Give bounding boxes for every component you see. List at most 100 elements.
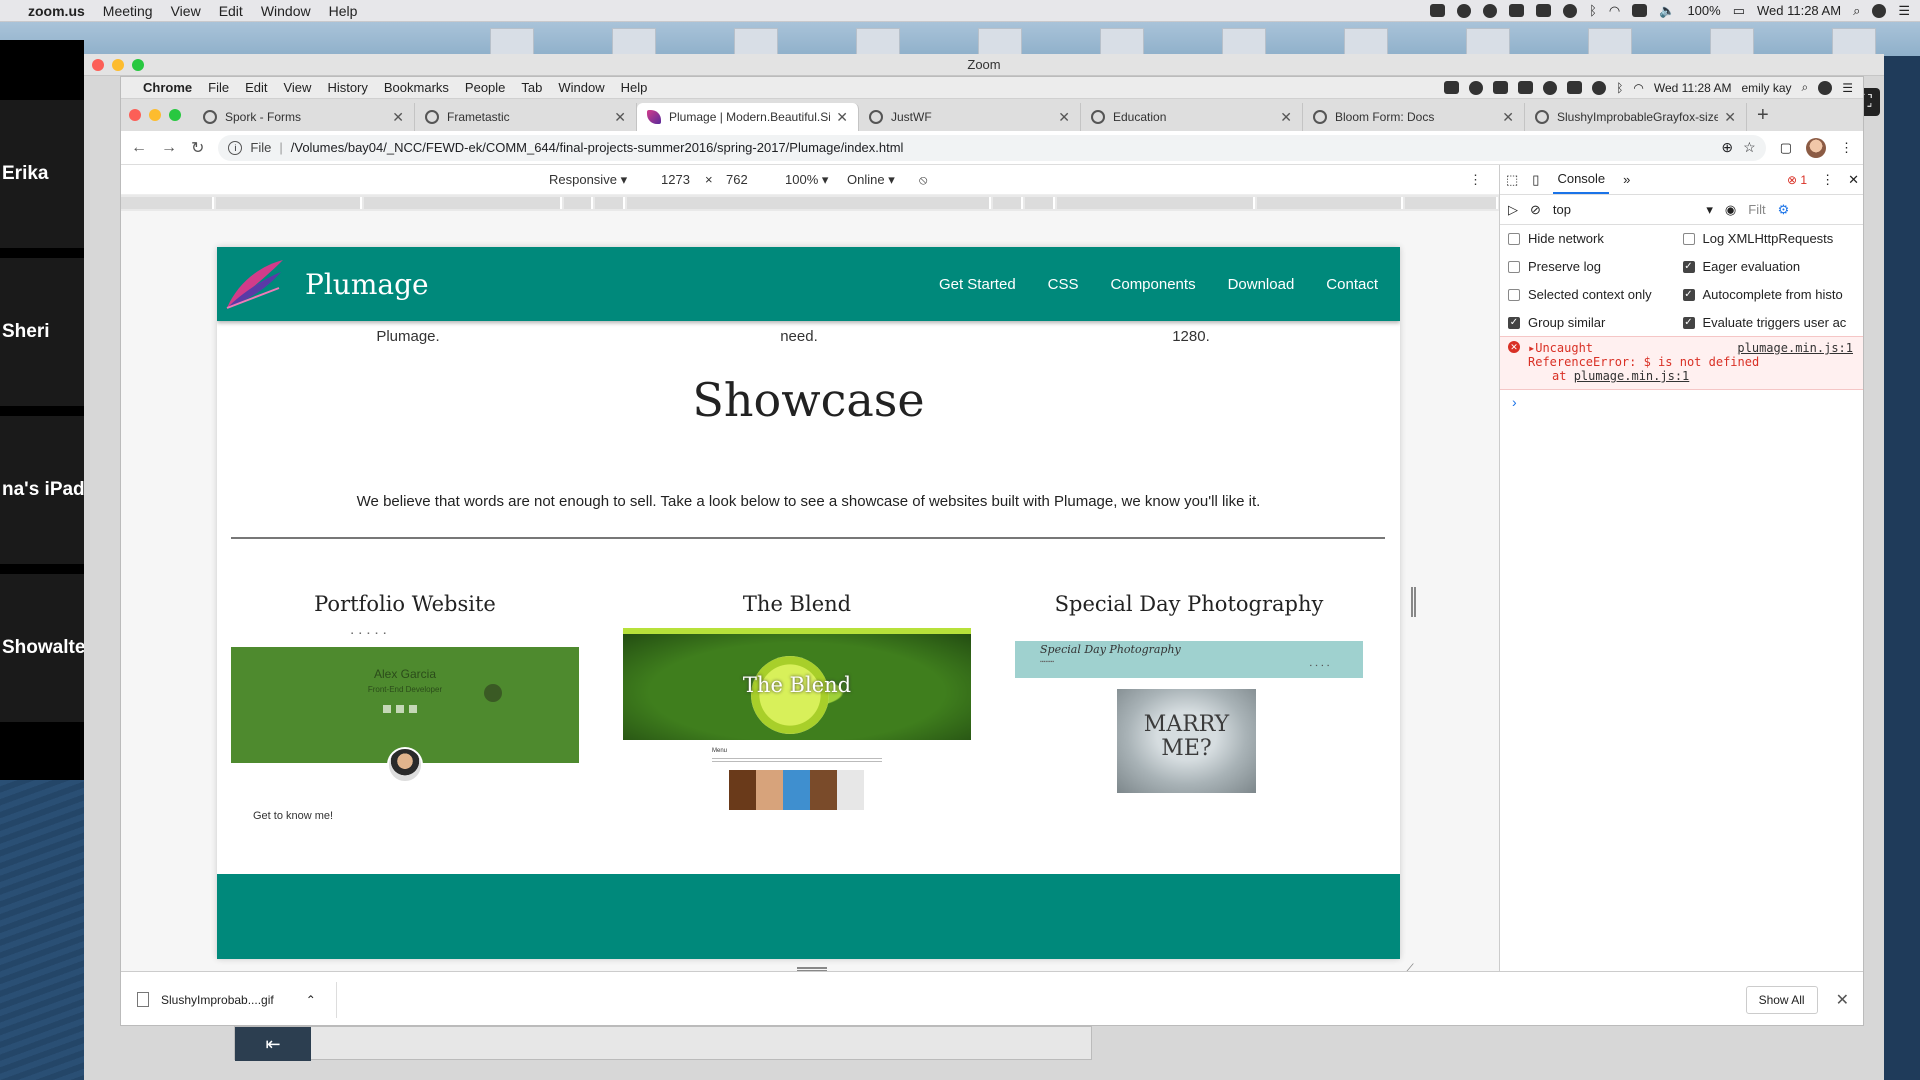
zoom-status-icon[interactable]	[1543, 80, 1558, 95]
media-query-segment[interactable]	[216, 197, 362, 209]
drive-icon[interactable]	[1509, 4, 1525, 17]
stack-source-link[interactable]: plumage.min.js:1	[1574, 369, 1690, 383]
maximize-icon[interactable]	[169, 109, 181, 121]
settings-gear-icon[interactable]: ⚙	[1778, 202, 1790, 218]
filter-input[interactable]: Filt	[1748, 202, 1765, 217]
collapse-sidebar-icon[interactable]: ⇤	[235, 1027, 311, 1061]
menubar-item-view[interactable]: View	[171, 3, 201, 19]
checkbox[interactable]	[1508, 260, 1520, 273]
desktop-file-thumbnail[interactable]	[1832, 28, 1876, 56]
tab-spork-forms[interactable]: Spork - Forms ✕	[193, 103, 415, 131]
viewport-width-input[interactable]: 1273	[661, 172, 690, 187]
clear-console-icon[interactable]: ⊘	[1530, 202, 1541, 218]
show-all-button[interactable]: Show All	[1745, 985, 1818, 1014]
battery-percent[interactable]: 100%	[1687, 3, 1720, 18]
media-query-segment[interactable]	[627, 197, 991, 209]
nav-link-contact[interactable]: Contact	[1326, 276, 1378, 293]
tab-console[interactable]: Console	[1553, 165, 1610, 194]
media-query-segment[interactable]	[993, 197, 1023, 209]
tab-education[interactable]: Education ✕	[1081, 103, 1303, 131]
chrome-menu-bookmarks[interactable]: Bookmarks	[384, 80, 449, 95]
more-menu-icon[interactable]: ⋮	[1840, 140, 1853, 156]
spotlight-search-icon[interactable]: ⌕	[1802, 80, 1809, 95]
more-options-icon[interactable]: ⋮	[1469, 172, 1482, 188]
slack-icon[interactable]	[1493, 81, 1509, 94]
profile-avatar[interactable]	[1806, 137, 1826, 158]
option-preserve-log[interactable]: Preserve log	[1508, 259, 1683, 274]
tab-justwf[interactable]: JustWF ✕	[859, 103, 1081, 131]
close-icon[interactable]: ✕	[836, 109, 848, 126]
chrome-menu-history[interactable]: History	[327, 80, 367, 95]
error-source-link[interactable]: plumage.min.js:1	[1737, 341, 1853, 355]
console-prompt[interactable]: ›	[1500, 390, 1863, 414]
chrome-menubar-clock[interactable]: Wed 11:28 AM	[1654, 81, 1732, 95]
device-mode-select[interactable]: Responsive ▾	[549, 172, 627, 188]
airplay-icon[interactable]	[1536, 4, 1552, 17]
close-icon[interactable]: ✕	[1502, 109, 1514, 126]
desktop-file-thumbnail[interactable]	[612, 28, 656, 56]
checkbox[interactable]	[1682, 232, 1695, 245]
airplay-icon[interactable]	[1567, 81, 1583, 94]
desktop-file-thumbnail[interactable]	[1588, 28, 1632, 56]
drive-icon[interactable]	[1518, 81, 1534, 94]
participant-tile[interactable]: Showalte	[0, 574, 84, 726]
tab-bloom-form[interactable]: Bloom Form: Docs ✕	[1303, 103, 1525, 131]
zoom-status-icon[interactable]	[1430, 4, 1446, 17]
option-autocomplete-history[interactable]: ✓ Autocomplete from histo	[1682, 287, 1858, 302]
the-blend-screenshot[interactable]: The Blend Menu	[623, 628, 971, 828]
siri-icon[interactable]	[1818, 80, 1833, 95]
extension-icon[interactable]: ▢	[1780, 140, 1792, 156]
nav-link-download[interactable]: Download	[1228, 276, 1295, 293]
desktop-file-thumbnail[interactable]	[1344, 28, 1388, 56]
media-query-segment[interactable]	[564, 197, 593, 209]
participant-tile[interactable]: na's iPad	[0, 416, 84, 568]
wifi-icon[interactable]: ◠	[1633, 81, 1643, 95]
media-query-segment[interactable]	[1025, 197, 1055, 209]
checkbox[interactable]	[1508, 232, 1520, 245]
url-text[interactable]: /Volumes/bay04/_NCC/FEWD-ek/COMM_644/fin…	[291, 140, 1722, 155]
menubar-item-edit[interactable]: Edit	[219, 3, 243, 19]
notification-center-icon[interactable]: ☰	[1898, 3, 1910, 19]
time-machine-icon[interactable]	[1592, 80, 1607, 95]
creative-cloud-icon[interactable]	[1483, 3, 1498, 18]
volume-icon[interactable]: 🔈	[1659, 3, 1675, 19]
inspect-element-icon[interactable]: ⬚	[1506, 172, 1518, 188]
new-tab-button[interactable]: +	[1757, 104, 1769, 127]
checkbox-checked[interactable]: ✓	[1508, 316, 1520, 329]
viewport-height-input[interactable]: 762	[726, 172, 748, 187]
media-query-segment[interactable]	[1257, 197, 1403, 209]
minimize-icon[interactable]	[149, 109, 161, 121]
media-query-segment[interactable]	[1057, 197, 1255, 209]
nav-link-css[interactable]: CSS	[1048, 276, 1079, 293]
tab-frametastic[interactable]: Frametastic ✕	[415, 103, 637, 131]
chrome-menu-file[interactable]: File	[208, 80, 229, 95]
back-icon[interactable]: ←	[131, 139, 147, 157]
checkbox-checked[interactable]: ✓	[1682, 288, 1695, 301]
bluetooth-icon[interactable]: ᛒ	[1616, 81, 1623, 95]
bookmark-star-icon[interactable]: ☆	[1743, 139, 1756, 156]
close-icon[interactable]	[129, 109, 141, 121]
chrome-menu-tab[interactable]: Tab	[521, 80, 542, 95]
chrome-menu-window[interactable]: Window	[558, 80, 604, 95]
close-icon[interactable]: ✕	[1836, 990, 1849, 1010]
wifi-icon[interactable]: ◠	[1609, 3, 1620, 19]
chrome-menu-help[interactable]: Help	[621, 80, 648, 95]
dropbox-icon[interactable]	[1444, 81, 1460, 94]
desktop-file-thumbnail[interactable]	[734, 28, 778, 56]
devtools-menu-icon[interactable]: ⋮	[1821, 172, 1834, 188]
media-query-segment[interactable]	[121, 197, 214, 209]
chrome-app-name[interactable]: Chrome	[143, 80, 192, 95]
reload-icon[interactable]: ↻	[191, 138, 204, 158]
option-selected-context[interactable]: Selected context only	[1508, 287, 1683, 302]
user-name[interactable]: emily kay	[1741, 81, 1791, 95]
notification-center-icon[interactable]: ☰	[1842, 81, 1853, 95]
chevron-up-icon[interactable]: ⌃	[306, 993, 316, 1007]
live-expression-eye-icon[interactable]: ◉	[1725, 202, 1736, 218]
maximize-icon[interactable]	[132, 59, 144, 71]
sidebar-toggle-icon[interactable]: ▷	[1508, 202, 1518, 218]
network-throttle-select[interactable]: Online ▾	[847, 172, 895, 188]
close-icon[interactable]: ✕	[1848, 172, 1859, 188]
siri-icon[interactable]	[1872, 3, 1887, 18]
info-icon[interactable]: i	[228, 140, 243, 155]
special-day-screenshot[interactable]: Special Day Photography ▪▪▪▪▪▪▪▪ ▪▪▪▪ MA…	[1015, 641, 1363, 801]
